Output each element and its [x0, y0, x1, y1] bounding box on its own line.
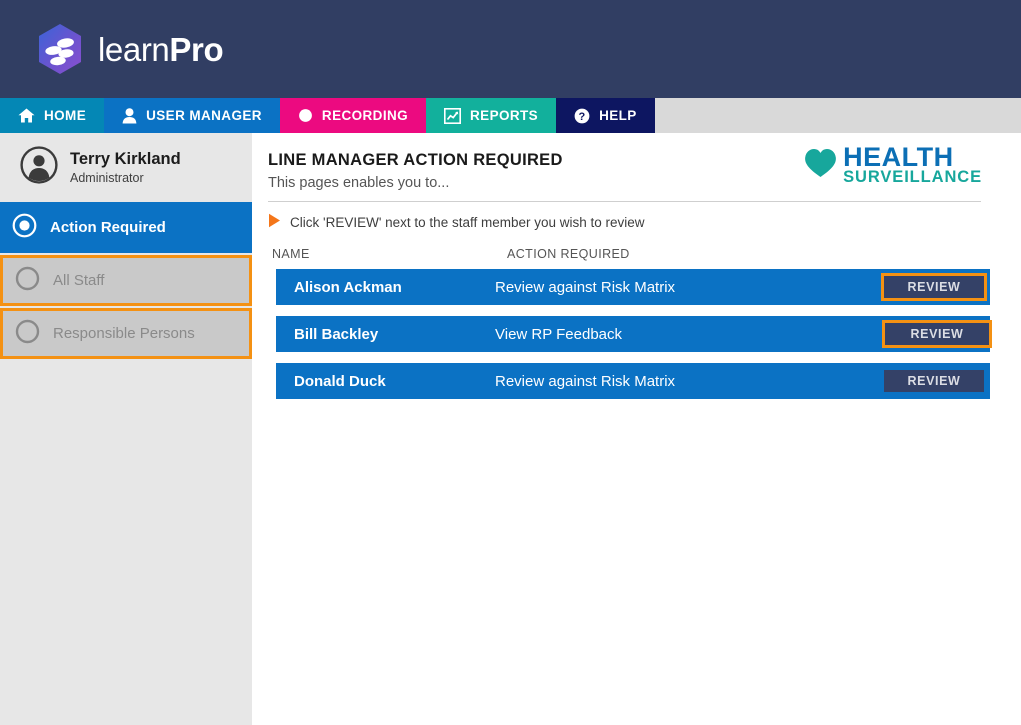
nav-item-home[interactable]: HOME	[0, 98, 105, 133]
radio-empty-icon	[15, 266, 40, 296]
sidebar-label-all-staff: All Staff	[53, 272, 105, 289]
table-column-headers: NAME ACTION REQUIRED	[272, 247, 1021, 261]
nav-label-help: HELP	[599, 108, 637, 123]
learnpro-logo[interactable]: learnPro	[36, 23, 224, 75]
sidebar-label-action-required: Action Required	[50, 219, 166, 236]
table-row[interactable]: Donald Duck Review against Risk Matrix R…	[276, 363, 990, 399]
question-circle-icon: ?	[574, 108, 590, 124]
hexagon-logo-icon	[36, 23, 84, 75]
page-header: LINE MANAGER ACTION REQUIRED This pages …	[252, 133, 1021, 191]
instruction-hint-text: Click 'REVIEW' next to the staff member …	[290, 214, 645, 230]
brand-name-light: learn	[98, 30, 170, 68]
sidebar-label-responsible-persons: Responsible Persons	[53, 325, 195, 342]
avatar-icon	[20, 146, 58, 189]
row-name: Bill Backley	[294, 325, 379, 343]
health-surveillance-logo: HEALTH SURVEILLANCE	[804, 142, 982, 186]
sidebar-user-card: Terry Kirkland Administrator	[0, 133, 252, 202]
instruction-hint: Click 'REVIEW' next to the staff member …	[268, 213, 1021, 231]
application-window: learnPro HOME USER MANAGER RECORDING REP…	[0, 0, 1021, 725]
heart-icon	[804, 148, 837, 183]
review-button[interactable]: REVIEW	[881, 273, 987, 301]
sidebar-user-name: Terry Kirkland	[70, 149, 181, 168]
column-header-action-required: ACTION REQUIRED	[507, 247, 630, 261]
nav-item-recording[interactable]: RECORDING	[279, 98, 427, 133]
header-divider	[268, 201, 981, 202]
row-name: Donald Duck	[294, 372, 386, 390]
sidebar-item-responsible-persons[interactable]: Responsible Persons	[0, 308, 252, 359]
review-button[interactable]: REVIEW	[882, 320, 992, 348]
radio-empty-icon	[15, 319, 40, 349]
review-button[interactable]: REVIEW	[884, 370, 984, 392]
main-content: LINE MANAGER ACTION REQUIRED This pages …	[252, 133, 1021, 725]
hs-logo-line2: SURVEILLANCE	[843, 167, 982, 186]
nav-label-reports: REPORTS	[470, 108, 539, 123]
hs-logo-line1: HEALTH	[843, 142, 954, 172]
radio-selected-icon	[12, 213, 37, 243]
brand-name-bold: Pro	[169, 30, 224, 68]
svg-text:?: ?	[579, 111, 586, 123]
row-name: Alison Ackman	[294, 278, 402, 296]
table-row[interactable]: Bill Backley View RP Feedback REVIEW	[276, 316, 992, 352]
nav-item-reports[interactable]: REPORTS	[426, 98, 557, 133]
sidebar: Terry Kirkland Administrator Action Requ…	[0, 133, 252, 725]
sidebar-item-action-required[interactable]: Action Required	[0, 202, 252, 253]
chart-icon	[444, 107, 462, 124]
record-dot-icon	[298, 108, 313, 123]
nav-label-recording: RECORDING	[321, 108, 409, 123]
nav-item-help[interactable]: ? HELP	[556, 98, 655, 133]
column-header-name: NAME	[272, 247, 310, 261]
main-navigation: HOME USER MANAGER RECORDING REPORTS ? HE…	[0, 98, 1021, 133]
nav-label-user-manager: USER MANAGER	[146, 108, 262, 123]
brand-header: learnPro	[0, 0, 1021, 98]
table-row[interactable]: Alison Ackman Review against Risk Matrix…	[276, 269, 990, 305]
action-required-table: Alison Ackman Review against Risk Matrix…	[252, 269, 1021, 399]
sidebar-item-all-staff[interactable]: All Staff	[0, 255, 252, 306]
brand-wordmark: learnPro	[98, 30, 224, 68]
home-icon	[18, 108, 35, 123]
user-icon	[122, 107, 137, 124]
nav-label-home: HOME	[44, 108, 87, 123]
triangle-right-icon	[268, 213, 281, 231]
sidebar-user-role: Administrator	[70, 170, 144, 185]
nav-item-user-manager[interactable]: USER MANAGER	[104, 98, 280, 133]
